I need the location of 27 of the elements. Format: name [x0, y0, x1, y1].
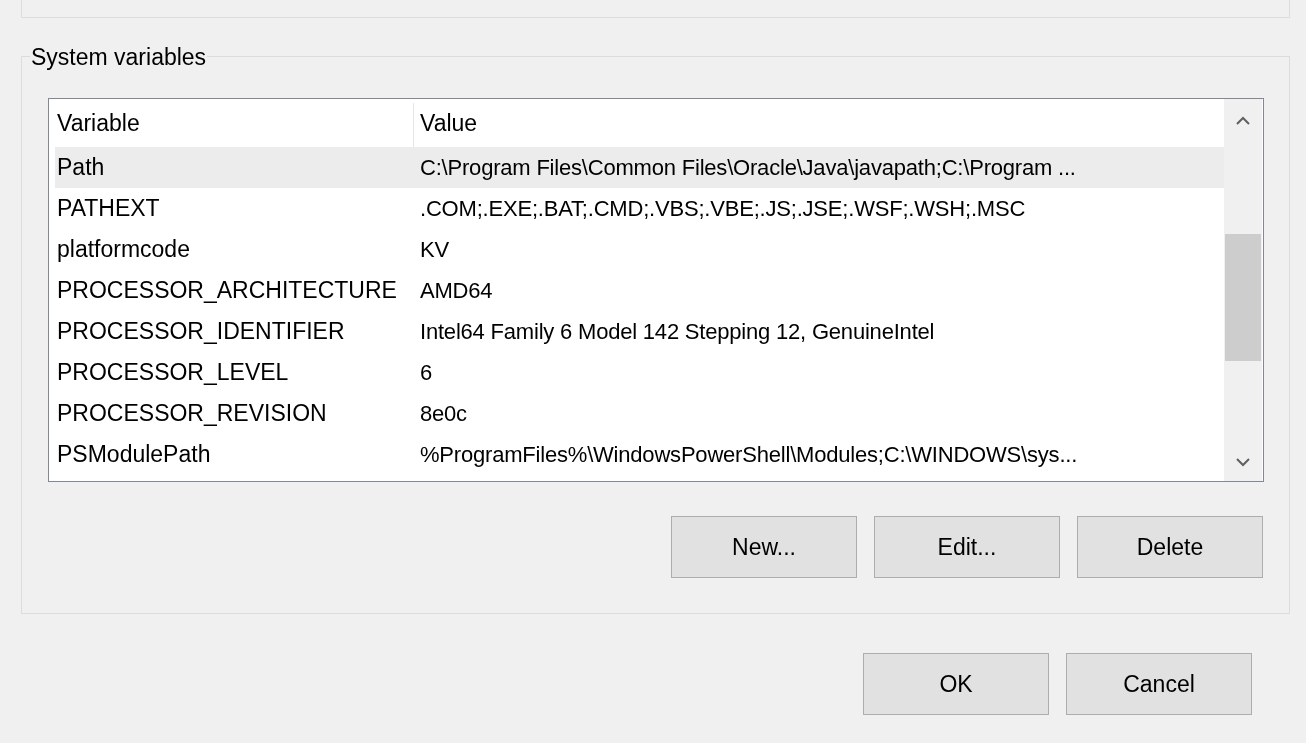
delete-button[interactable]: Delete: [1077, 516, 1263, 578]
edit-button[interactable]: Edit...: [874, 516, 1060, 578]
variable-value: Intel64 Family 6 Model 142 Stepping 12, GenuineIntel: [419, 318, 935, 346]
scroll-thumb[interactable]: [1225, 234, 1261, 361]
variable-row[interactable]: Path C:\Program Files\Common Files\Oracle\Java\javapath;C:\Program ...: [55, 147, 1224, 188]
variable-value: 6: [419, 359, 433, 387]
scroll-up-icon[interactable]: [1236, 116, 1250, 125]
variable-name: PROCESSOR_ARCHITECTURE: [56, 276, 398, 306]
variable-name: platformcode: [56, 235, 191, 265]
variable-value: C:\Program Files\Common Files\Oracle\Java\javapath;C:\Program ...: [419, 154, 1076, 182]
variable-value: 8e0c: [419, 400, 467, 428]
variable-value: AMD64: [419, 277, 493, 305]
new-button[interactable]: New...: [671, 516, 857, 578]
variable-name: PSModulePath: [56, 440, 212, 470]
scroll-down-icon[interactable]: [1236, 458, 1250, 467]
scrollbar[interactable]: [1224, 99, 1262, 481]
variable-value: %ProgramFiles%\WindowsPowerShell\Modules;C:\WINDOWS\sys...: [419, 441, 1078, 469]
column-header[interactable]: Value: [414, 103, 1224, 147]
variable-name: PROCESSOR_IDENTIFIER: [56, 317, 346, 347]
variable-name: PROCESSOR_REVISION: [56, 399, 328, 429]
variable-name: PATHEXT: [56, 194, 161, 224]
cancel-button[interactable]: Cancel: [1066, 653, 1252, 715]
variable-name: Path: [56, 153, 106, 183]
variable-name: PROCESSOR_LEVEL: [56, 358, 290, 388]
variable-value: KV: [419, 236, 449, 264]
variable-value: .COM;.EXE;.BAT;.CMD;.VBS;.VBE;.JS;.JSE;.WSF;.WSH;.MSC: [419, 195, 1026, 223]
ok-button[interactable]: OK: [863, 653, 1049, 715]
